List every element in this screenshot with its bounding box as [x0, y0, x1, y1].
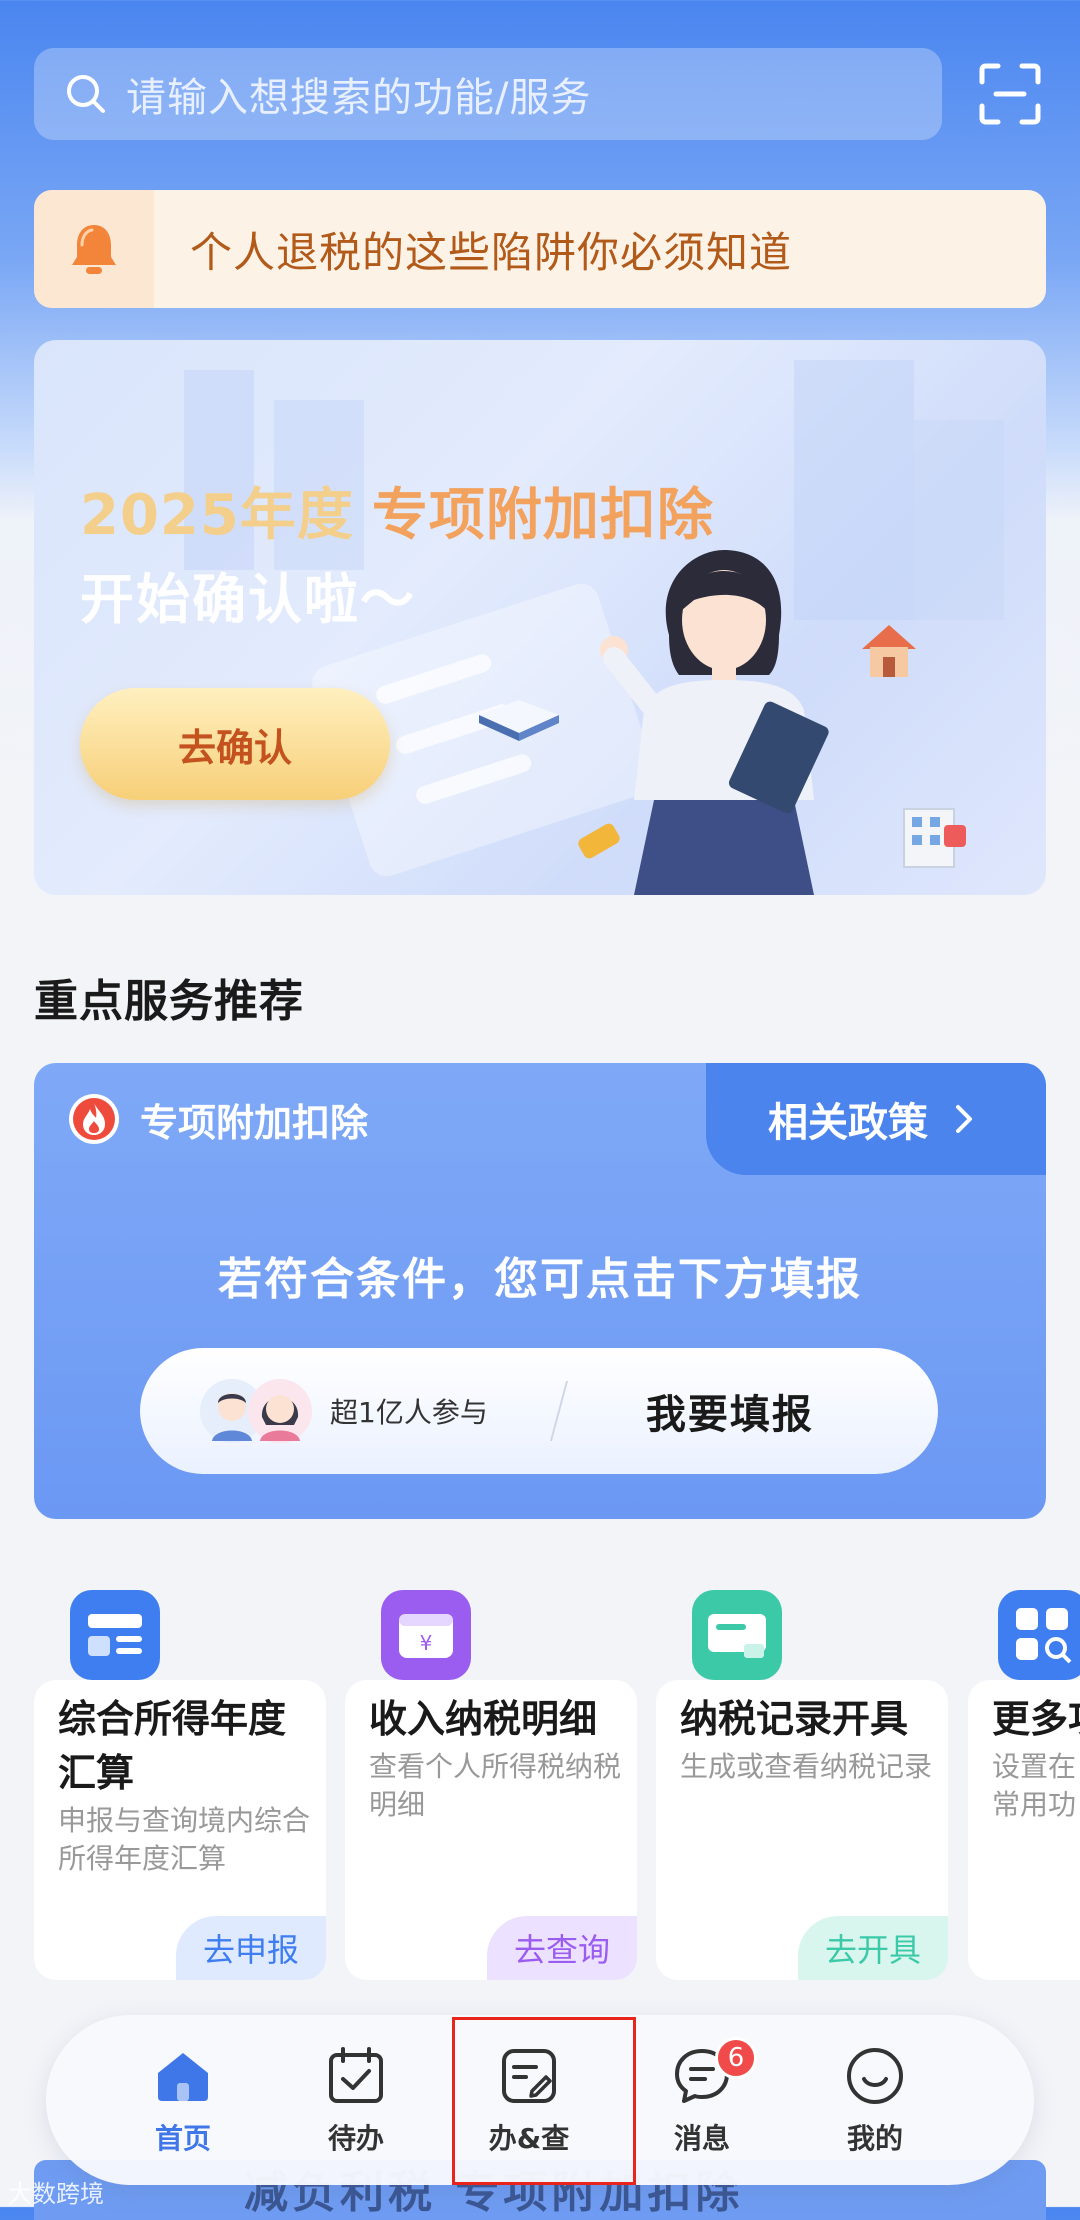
declare-button[interactable]: 去申报 — [176, 1916, 326, 1980]
query-button[interactable]: 去查询 — [487, 1916, 637, 1980]
related-policy-link[interactable]: 相关政策 — [706, 1063, 1046, 1175]
service-card-annual-settlement[interactable]: 综合所得年度汇算 申报与查询境内综合所得年度汇算 去申报 — [34, 1570, 326, 1980]
calendar-check-icon — [329, 2047, 383, 2103]
service-desc: 生成或查看纳税记录 — [680, 1750, 933, 1783]
nav-todo[interactable]: 待办 — [301, 2045, 411, 2157]
book-icon — [479, 700, 559, 741]
banner-title: 2025年度 专项附加扣除 — [80, 470, 714, 551]
house-icon — [862, 625, 916, 677]
service-desc: 设置在常用功 — [992, 1750, 1077, 1821]
service-desc: 申报与查询境内综合所得年度汇算 — [58, 1804, 311, 1875]
nav-label: 待办 — [327, 2122, 384, 2155]
section-title: 重点服务推荐 — [34, 976, 304, 1027]
nav-messages[interactable]: 6 消息 — [647, 2037, 757, 2157]
wallet-yuan-icon: ¥ — [381, 1590, 471, 1680]
selection-highlight-box — [452, 2017, 636, 2185]
nav-label: 首页 — [154, 2122, 211, 2155]
nav-label: 消息 — [673, 2122, 730, 2155]
svg-text:¥: ¥ — [420, 1631, 433, 1655]
feature-subtitle: 若符合条件，您可点击下方填报 — [218, 1254, 862, 1305]
nav-home[interactable]: 首页 — [128, 2045, 238, 2157]
bell-icon — [72, 225, 116, 274]
service-title: 综合所得年度汇算 — [58, 1697, 287, 1795]
grid-search-icon — [998, 1590, 1080, 1680]
tag-icon — [578, 823, 620, 859]
scan-icon[interactable] — [978, 62, 1042, 126]
service-title: 纳税记录开具 — [680, 1697, 909, 1741]
bell-icon-box — [34, 190, 154, 308]
service-card-income-detail[interactable]: ¥ 收入纳税明细 查看个人所得税纳税明细 去查询 — [345, 1570, 637, 1980]
service-card-more[interactable]: 更多功 设置在常用功 — [968, 1570, 1080, 1980]
fill-report-label: 我要填报 — [645, 1392, 814, 1438]
service-title: 更多功 — [992, 1697, 1080, 1741]
stamp-card-icon — [692, 1590, 782, 1680]
nav-mine[interactable]: 我的 — [820, 2045, 930, 2157]
avatar-group-icon — [200, 1379, 312, 1443]
notice-text: 个人退税的这些陷阱你必须知道 — [190, 227, 793, 277]
banner-highlight: 专项附加扣除 — [371, 483, 714, 548]
banner-year: 2025年度 — [80, 483, 354, 548]
notice-bar[interactable]: 个人退税的这些陷阱你必须知道 — [34, 190, 1046, 308]
watermark: 大数跨境 — [8, 2180, 104, 2208]
feature-header: 专项附加扣除 — [34, 1063, 368, 1175]
search-bar[interactable]: 请输入想搜索的功能/服务 — [34, 48, 942, 140]
home-icon — [158, 2053, 208, 2101]
promo-banner[interactable]: 2025年度 专项附加扣除 开始确认啦～ 去确认 — [34, 340, 1046, 895]
service-card-tax-record[interactable]: 纳税记录开具 生成或查看纳税记录 去开具 — [656, 1570, 948, 1980]
message-badge: 6 — [715, 2037, 757, 2079]
calculator-icon — [70, 1590, 160, 1680]
confirm-button[interactable]: 去确认 — [80, 688, 390, 800]
related-policy-label: 相关政策 — [768, 1100, 928, 1146]
feature-title: 专项附加扣除 — [140, 1100, 369, 1145]
chevron-right-icon — [956, 1105, 972, 1133]
issue-button[interactable]: 去开具 — [798, 1916, 948, 1980]
pill-divider — [549, 1381, 568, 1441]
feature-card: 专项附加扣除 相关政策 若符合条件，您可点击下方填报 超1亿人参与 我要填报 — [34, 1063, 1046, 1519]
banner-subtitle: 开始确认啦～ — [80, 568, 416, 631]
fill-report-button[interactable]: 超1亿人参与 我要填报 — [140, 1348, 938, 1474]
participant-count: 超1亿人参与 — [330, 1396, 488, 1429]
search-input[interactable]: 请输入想搜索的功能/服务 — [126, 65, 591, 123]
nav-label: 我的 — [846, 2122, 903, 2155]
building-icon — [903, 808, 966, 868]
service-title: 收入纳税明细 — [369, 1697, 598, 1741]
smile-icon — [847, 2048, 903, 2104]
service-desc: 查看个人所得税纳税明细 — [369, 1750, 622, 1821]
fire-icon — [69, 1094, 119, 1144]
search-icon — [67, 75, 105, 113]
